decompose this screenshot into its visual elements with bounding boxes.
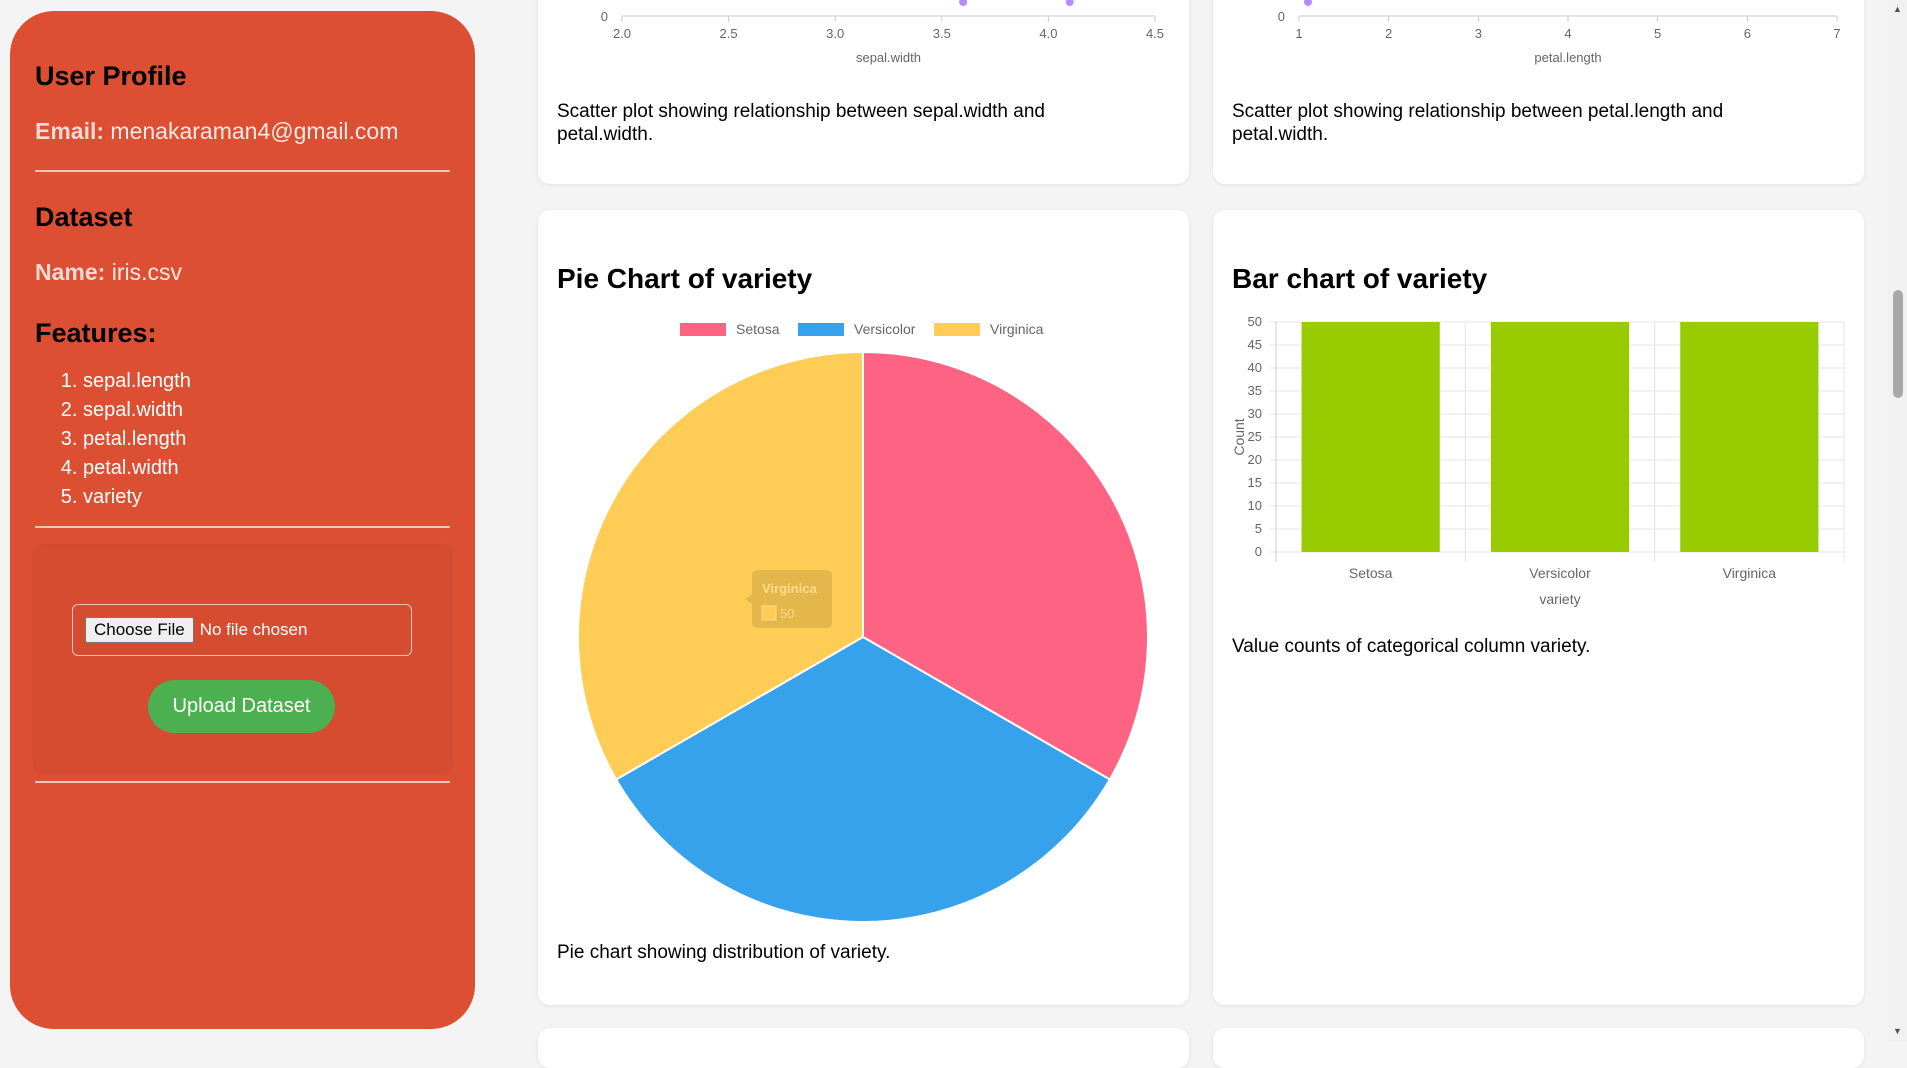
sidebar: User Profile Email: menakaraman4@gmail.c… bbox=[10, 11, 475, 1029]
x-axis-title: variety bbox=[1539, 591, 1580, 607]
feature-item: sepal.width bbox=[83, 396, 450, 425]
x-tick-label: 4.5 bbox=[1146, 26, 1164, 41]
email-value: menakaraman4@gmail.com bbox=[110, 118, 399, 144]
next-card bbox=[538, 1028, 1189, 1068]
tooltip-title: Virginica bbox=[762, 581, 817, 596]
x-tick-label: Virginica bbox=[1723, 565, 1777, 581]
file-input[interactable]: Choose File No file chosen bbox=[72, 604, 412, 656]
legend-swatch bbox=[680, 323, 726, 336]
page-scrollbar[interactable]: ▲ ▼ bbox=[1888, 0, 1907, 1042]
x-tick-label: 3.0 bbox=[826, 26, 844, 41]
divider bbox=[35, 170, 450, 172]
x-axis-title: sepal.width bbox=[856, 50, 921, 65]
bar-description: Value counts of categorical column varie… bbox=[1232, 636, 1591, 657]
next-card bbox=[1213, 1028, 1864, 1068]
scatter-chart-petal-length: 01 2 3 4 5 6 7 petal.length bbox=[1278, 0, 1841, 65]
features-title: Features: bbox=[35, 318, 157, 348]
y-tick-label: 25 bbox=[1248, 429, 1262, 444]
scatter-description: Scatter plot showing relationship betwee… bbox=[1232, 101, 1724, 145]
pie-chart: Setosa Versicolor Virginica Virginica 50 bbox=[577, 321, 1149, 923]
legend-label: Virginica bbox=[990, 321, 1044, 337]
name-label: Name: bbox=[35, 259, 106, 285]
scroll-down-arrow-icon[interactable]: ▼ bbox=[1893, 1026, 1902, 1036]
no-file-text: No file chosen bbox=[199, 620, 308, 639]
divider bbox=[35, 526, 450, 528]
x-tick-label: 2.0 bbox=[613, 26, 631, 41]
pie-tooltip: Virginica 50 bbox=[745, 570, 832, 628]
email-row: Email: menakaraman4@gmail.com bbox=[35, 118, 450, 145]
legend-label: Setosa bbox=[736, 321, 780, 337]
x-tick-label: 3.5 bbox=[933, 26, 951, 41]
scroll-up-arrow-icon[interactable]: ▲ bbox=[1893, 4, 1902, 14]
x-axis-title: petal.length bbox=[1534, 50, 1601, 65]
x-tick-label: Versicolor bbox=[1529, 565, 1591, 581]
y-tick-label: 20 bbox=[1248, 452, 1262, 467]
y-tick-label: 35 bbox=[1248, 383, 1262, 398]
x-tick-label: Setosa bbox=[1349, 565, 1393, 581]
scroll-thumb[interactable] bbox=[1893, 290, 1903, 398]
y-tick-label: 50 bbox=[1248, 314, 1262, 329]
x-tick-label: 1 bbox=[1295, 26, 1302, 41]
x-tick-label: 2 bbox=[1385, 26, 1392, 41]
choose-file-button[interactable]: Choose File bbox=[85, 617, 194, 643]
dataset-name-value: iris.csv bbox=[111, 259, 182, 285]
bar bbox=[1490, 322, 1630, 552]
scatter-card-petal-length: 0 1 2 3 4 5 6 7 petal.length Scatter plot showin… bbox=[1213, 0, 1864, 184]
y-tick-label: 0 bbox=[601, 9, 608, 24]
bar-card: Bar chart of variety 0 5 10 15 20 25 30 35 40 45 5… bbox=[1213, 210, 1864, 1005]
y-tick-label: 0 bbox=[1278, 9, 1285, 24]
feature-item: variety bbox=[83, 483, 450, 512]
legend-swatch bbox=[934, 323, 980, 336]
scatter-point bbox=[1303, 0, 1312, 6]
x-tick-label: 7 bbox=[1833, 26, 1840, 41]
x-tick-label: 3 bbox=[1475, 26, 1482, 41]
y-tick-label: 40 bbox=[1248, 360, 1262, 375]
bar-chart: 0 5 10 15 20 25 30 35 40 45 50 Setosa Versicolor Virg… bbox=[1231, 314, 1845, 607]
feature-item: sepal.length bbox=[83, 367, 450, 396]
x-tick-label: 5 bbox=[1654, 26, 1661, 41]
legend-swatch bbox=[798, 323, 844, 336]
x-tick-label: 4.0 bbox=[1039, 26, 1057, 41]
legend-label: Versicolor bbox=[854, 321, 916, 337]
upload-card: Choose File No file chosen Upload Datase… bbox=[35, 546, 450, 771]
scatter-point bbox=[1065, 0, 1074, 6]
y-tick-label: 30 bbox=[1248, 406, 1262, 421]
scatter-description: Scatter plot showing relationship betwee… bbox=[557, 101, 1045, 145]
y-tick-label: 5 bbox=[1255, 521, 1262, 536]
y-tick-label: 10 bbox=[1248, 498, 1262, 513]
x-tick-label: 6 bbox=[1744, 26, 1751, 41]
pie-card: Pie Chart of variety Setosa Versicolor Vir… bbox=[538, 210, 1189, 1005]
y-tick-label: 15 bbox=[1248, 475, 1262, 490]
profile-title: User Profile bbox=[35, 61, 187, 91]
upload-dataset-button[interactable]: Upload Dataset bbox=[148, 680, 335, 733]
features-list: sepal.length sepal.width petal.length pe… bbox=[35, 367, 450, 512]
tooltip-swatch bbox=[761, 605, 777, 621]
x-tick-label: 2.5 bbox=[720, 26, 738, 41]
x-tick-label: 4 bbox=[1564, 26, 1571, 41]
y-tick-label: 0 bbox=[1255, 544, 1262, 559]
bar bbox=[1301, 322, 1440, 552]
scatter-point bbox=[959, 0, 968, 6]
tooltip-value: 50 bbox=[780, 606, 794, 621]
dataset-name-row: Name: iris.csv bbox=[35, 259, 450, 286]
feature-item: petal.length bbox=[83, 425, 450, 454]
email-label: Email: bbox=[35, 118, 105, 144]
pie-description: Pie chart showing distribution of variet… bbox=[557, 942, 891, 963]
scatter-chart-sepal-width: 0 2.0 2.5 3.0 3.5 4.0 4.5 sepal.width bbox=[601, 0, 1164, 65]
divider bbox=[35, 781, 450, 783]
dataset-title: Dataset bbox=[35, 202, 133, 232]
y-axis-title: Count bbox=[1231, 418, 1247, 455]
feature-item: petal.width bbox=[83, 454, 450, 483]
y-tick-label: 45 bbox=[1248, 337, 1262, 352]
bar bbox=[1680, 322, 1819, 552]
scatter-card-sepal-width: 0 2.0 2.5 3.0 3.5 4.0 4.5 sepal.width Scatter p… bbox=[538, 0, 1189, 184]
